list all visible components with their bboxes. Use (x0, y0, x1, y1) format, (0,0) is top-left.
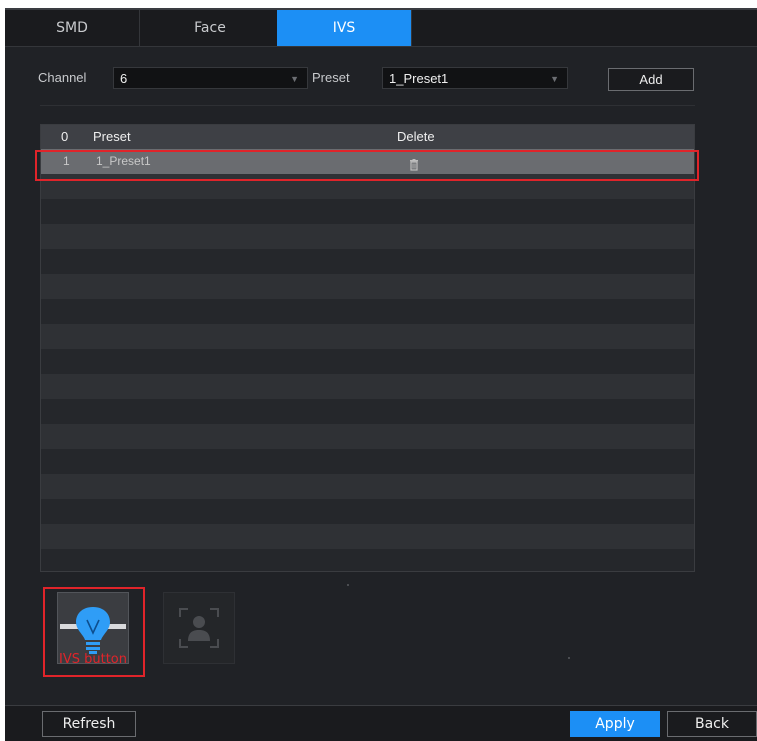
preset-select[interactable]: 1_Preset1 ▼ (382, 67, 568, 89)
channel-label: Channel (38, 70, 87, 85)
table-row-empty (41, 524, 694, 549)
preset-value: 1_Preset1 (389, 71, 449, 86)
ivs-button-caption: IVS button (59, 652, 127, 667)
channel-value: 6 (120, 71, 128, 86)
footer-bar: Refresh Apply Back (5, 705, 757, 741)
tab-face[interactable]: Face (143, 10, 278, 46)
tab-bar: SMD Face IVS (5, 10, 757, 47)
add-button[interactable]: Add (608, 68, 694, 91)
apply-button[interactable]: Apply (570, 711, 660, 737)
decor-dot (347, 584, 349, 586)
chevron-down-icon: ▼ (290, 74, 299, 84)
divider (40, 105, 695, 106)
chevron-down-icon: ▼ (550, 74, 559, 84)
channel-select[interactable]: 6 ▼ (113, 67, 308, 89)
column-delete-header: Delete (397, 129, 435, 144)
table-row-empty (41, 474, 694, 499)
tab-ivs[interactable]: IVS (277, 10, 412, 46)
tab-smd[interactable]: SMD (5, 10, 140, 46)
table-row-empty (41, 324, 694, 349)
decor-dot (568, 657, 570, 659)
table-row-empty (41, 374, 694, 399)
preset-table: 0 Preset Delete 1 1_Preset1 (40, 124, 695, 572)
table-row-empty (41, 199, 694, 224)
table-header: 0 Preset Delete (41, 125, 694, 149)
back-button[interactable]: Back (667, 711, 757, 737)
column-index-header: 0 (61, 129, 69, 144)
face-mode-button[interactable] (163, 592, 235, 664)
ivs-settings-panel: SMD Face IVS Channel 6 ▼ Preset 1_Preset… (5, 8, 757, 741)
table-row-empty (41, 449, 694, 474)
table-row-empty (41, 399, 694, 424)
table-row-empty (41, 349, 694, 374)
person-frame-icon (179, 608, 219, 648)
table-row-empty (41, 224, 694, 249)
column-preset-header: Preset (93, 129, 131, 144)
table-row-empty (41, 424, 694, 449)
refresh-button[interactable]: Refresh (42, 711, 136, 737)
tab-divider (411, 10, 412, 46)
preset-label: Preset (312, 70, 350, 85)
table-row-empty (41, 499, 694, 524)
table-row-empty (41, 274, 694, 299)
table-row-empty (41, 549, 694, 571)
selected-row-highlight (35, 150, 699, 181)
table-row-empty (41, 299, 694, 324)
table-row-empty (41, 249, 694, 274)
